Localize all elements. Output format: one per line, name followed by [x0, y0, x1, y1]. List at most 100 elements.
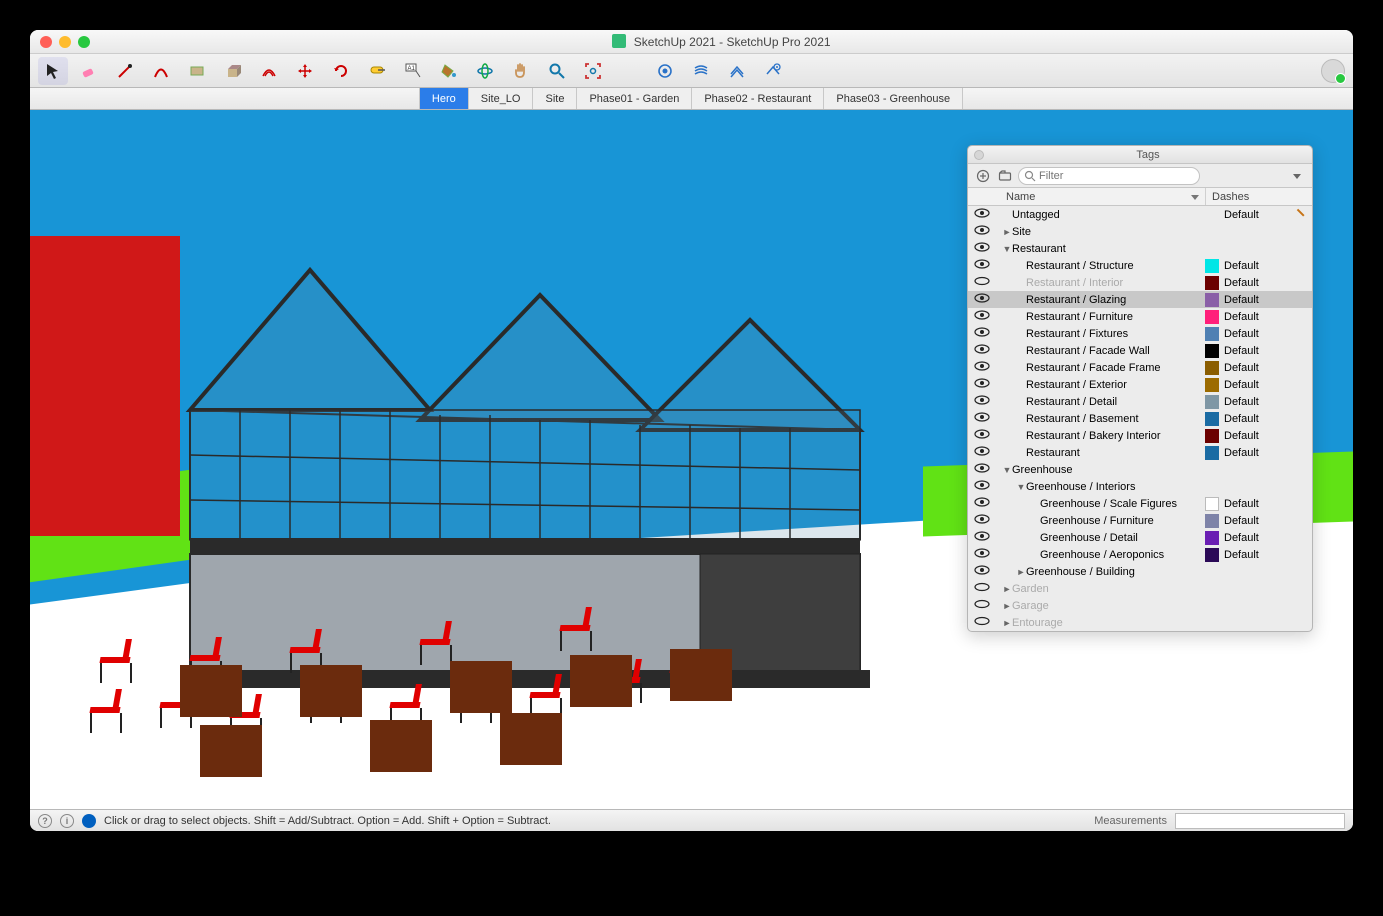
eraser-tool[interactable] [74, 57, 104, 85]
tag-dash[interactable]: Default [1220, 430, 1290, 442]
visibility-toggle[interactable] [968, 582, 996, 595]
tag-name[interactable]: Greenhouse / Detail [996, 532, 1205, 544]
tag-name[interactable]: Restaurant / Facade Wall [996, 345, 1205, 357]
add-tag-button[interactable] [974, 167, 992, 185]
tag-row[interactable]: ▼Restaurant [968, 240, 1312, 257]
scene-tab-2[interactable]: Site [532, 88, 577, 109]
tags-details-button[interactable] [1288, 167, 1306, 185]
tag-row[interactable]: Restaurant / FixturesDefault [968, 325, 1312, 342]
tag-color-swatch[interactable] [1205, 344, 1219, 358]
visibility-toggle[interactable] [968, 463, 996, 476]
tag-row[interactable]: ►Entourage [968, 614, 1312, 631]
tag-color-swatch[interactable] [1205, 429, 1219, 443]
tag-name[interactable]: Restaurant / Interior [996, 277, 1205, 289]
tag-dash[interactable]: Default [1220, 277, 1290, 289]
tags-filter-input[interactable] [1018, 167, 1200, 185]
tag-name[interactable]: Greenhouse / Aeroponics [996, 549, 1205, 561]
credits-icon[interactable]: i [60, 814, 74, 828]
tape-measure-tool[interactable] [362, 57, 392, 85]
tag-row[interactable]: Restaurant / GlazingDefault [968, 291, 1312, 308]
visibility-toggle[interactable] [968, 225, 996, 238]
close-window-button[interactable] [40, 36, 52, 48]
tag-row[interactable]: ►Site [968, 223, 1312, 240]
tags-col-dashes[interactable]: Dashes [1206, 188, 1288, 205]
zoom-extents-tool[interactable] [578, 57, 608, 85]
tag-name[interactable]: Restaurant / Glazing [996, 294, 1205, 306]
tag-row[interactable]: ►Greenhouse / Building [968, 563, 1312, 580]
tag-name[interactable]: Restaurant / Furniture [996, 311, 1205, 323]
tag-row[interactable]: Restaurant / Detail Default [968, 393, 1312, 410]
visibility-toggle[interactable] [968, 514, 996, 527]
tag-dash[interactable]: Default [1220, 515, 1290, 527]
tag-row[interactable]: Restaurant / Facade Wall Default [968, 342, 1312, 359]
visibility-toggle[interactable] [968, 395, 996, 408]
tag-name[interactable]: ►Site [996, 226, 1205, 238]
tag-name[interactable]: Greenhouse / Furniture [996, 515, 1205, 527]
tag-color-swatch[interactable] [1205, 327, 1219, 341]
tag-dash[interactable]: Default [1220, 328, 1290, 340]
profile-button[interactable] [1321, 59, 1345, 83]
tag-dash[interactable]: Default [1220, 209, 1290, 221]
visibility-toggle[interactable] [968, 446, 996, 459]
tag-color-swatch[interactable] [1205, 531, 1219, 545]
tag-dash[interactable]: Default [1220, 413, 1290, 425]
tag-row[interactable]: ►Garage [968, 597, 1312, 614]
tag-color-swatch[interactable] [1205, 378, 1219, 392]
tag-dash[interactable]: Default [1220, 532, 1290, 544]
tag-dash[interactable]: Default [1220, 345, 1290, 357]
tag-dash[interactable]: Default [1220, 396, 1290, 408]
pushpull-tool[interactable] [218, 57, 248, 85]
tag-name[interactable]: ▼Greenhouse [996, 464, 1205, 476]
select-tool[interactable] [38, 57, 68, 85]
tag-color-swatch[interactable] [1205, 276, 1219, 290]
tag-dash[interactable]: Default [1220, 549, 1290, 561]
tag-dash[interactable]: Default [1220, 379, 1290, 391]
visibility-toggle[interactable] [968, 497, 996, 510]
tag-name[interactable]: ►Entourage [996, 617, 1205, 629]
tag-name[interactable]: Greenhouse / Scale Figures [996, 498, 1205, 510]
tag-color-swatch[interactable] [1205, 259, 1219, 273]
tag-color-swatch[interactable] [1205, 293, 1219, 307]
tags-panel-close-button[interactable] [974, 150, 984, 160]
visibility-toggle[interactable] [968, 242, 996, 255]
scene-tab-3[interactable]: Phase01 - Garden [576, 88, 692, 109]
tag-edit[interactable] [1290, 208, 1312, 221]
visibility-toggle[interactable] [968, 293, 996, 306]
tag-row[interactable]: Restaurant / StructureDefault [968, 257, 1312, 274]
tag-color-swatch[interactable] [1205, 412, 1219, 426]
zoom-window-button[interactable] [78, 36, 90, 48]
visibility-toggle[interactable] [968, 599, 996, 612]
visibility-toggle[interactable] [968, 327, 996, 340]
tag-name[interactable]: Untagged [996, 209, 1205, 221]
visibility-toggle[interactable] [968, 480, 996, 493]
tag-color-swatch[interactable] [1205, 548, 1219, 562]
tag-name[interactable]: ►Greenhouse / Building [996, 566, 1205, 578]
tag-color-swatch[interactable] [1205, 395, 1219, 409]
tag-dash[interactable]: Default [1220, 311, 1290, 323]
tag-name[interactable]: ►Garage [996, 600, 1205, 612]
visibility-toggle[interactable] [968, 616, 996, 629]
tag-row[interactable]: Untagged Default [968, 206, 1312, 223]
extension-c[interactable] [722, 57, 752, 85]
tag-row[interactable]: ▼Greenhouse / Interiors [968, 478, 1312, 495]
scene-tab-5[interactable]: Phase03 - Greenhouse [823, 88, 963, 109]
tag-row[interactable]: Greenhouse / Furniture Default [968, 512, 1312, 529]
scene-tab-0[interactable]: Hero [419, 88, 469, 109]
rotate-tool[interactable] [326, 57, 356, 85]
offset-tool[interactable] [254, 57, 284, 85]
line-tool[interactable] [110, 57, 140, 85]
extension-d[interactable] [758, 57, 788, 85]
visibility-toggle[interactable] [968, 259, 996, 272]
tag-dash[interactable]: Default [1220, 447, 1290, 459]
tag-dash[interactable]: Default [1220, 498, 1290, 510]
tag-row[interactable]: Restaurant / Furniture Default [968, 308, 1312, 325]
tag-row[interactable]: Greenhouse / Aeroponics Default [968, 546, 1312, 563]
arc-tool[interactable] [146, 57, 176, 85]
tag-name[interactable]: Restaurant / Basement [996, 413, 1205, 425]
tag-name[interactable]: Restaurant / Detail [996, 396, 1205, 408]
pan-tool[interactable] [506, 57, 536, 85]
scene-tab-4[interactable]: Phase02 - Restaurant [691, 88, 824, 109]
tag-row[interactable]: Restaurant / Interior Default [968, 274, 1312, 291]
geo-location-icon[interactable]: ? [38, 814, 52, 828]
tag-name[interactable]: Restaurant / Facade Frame [996, 362, 1205, 374]
